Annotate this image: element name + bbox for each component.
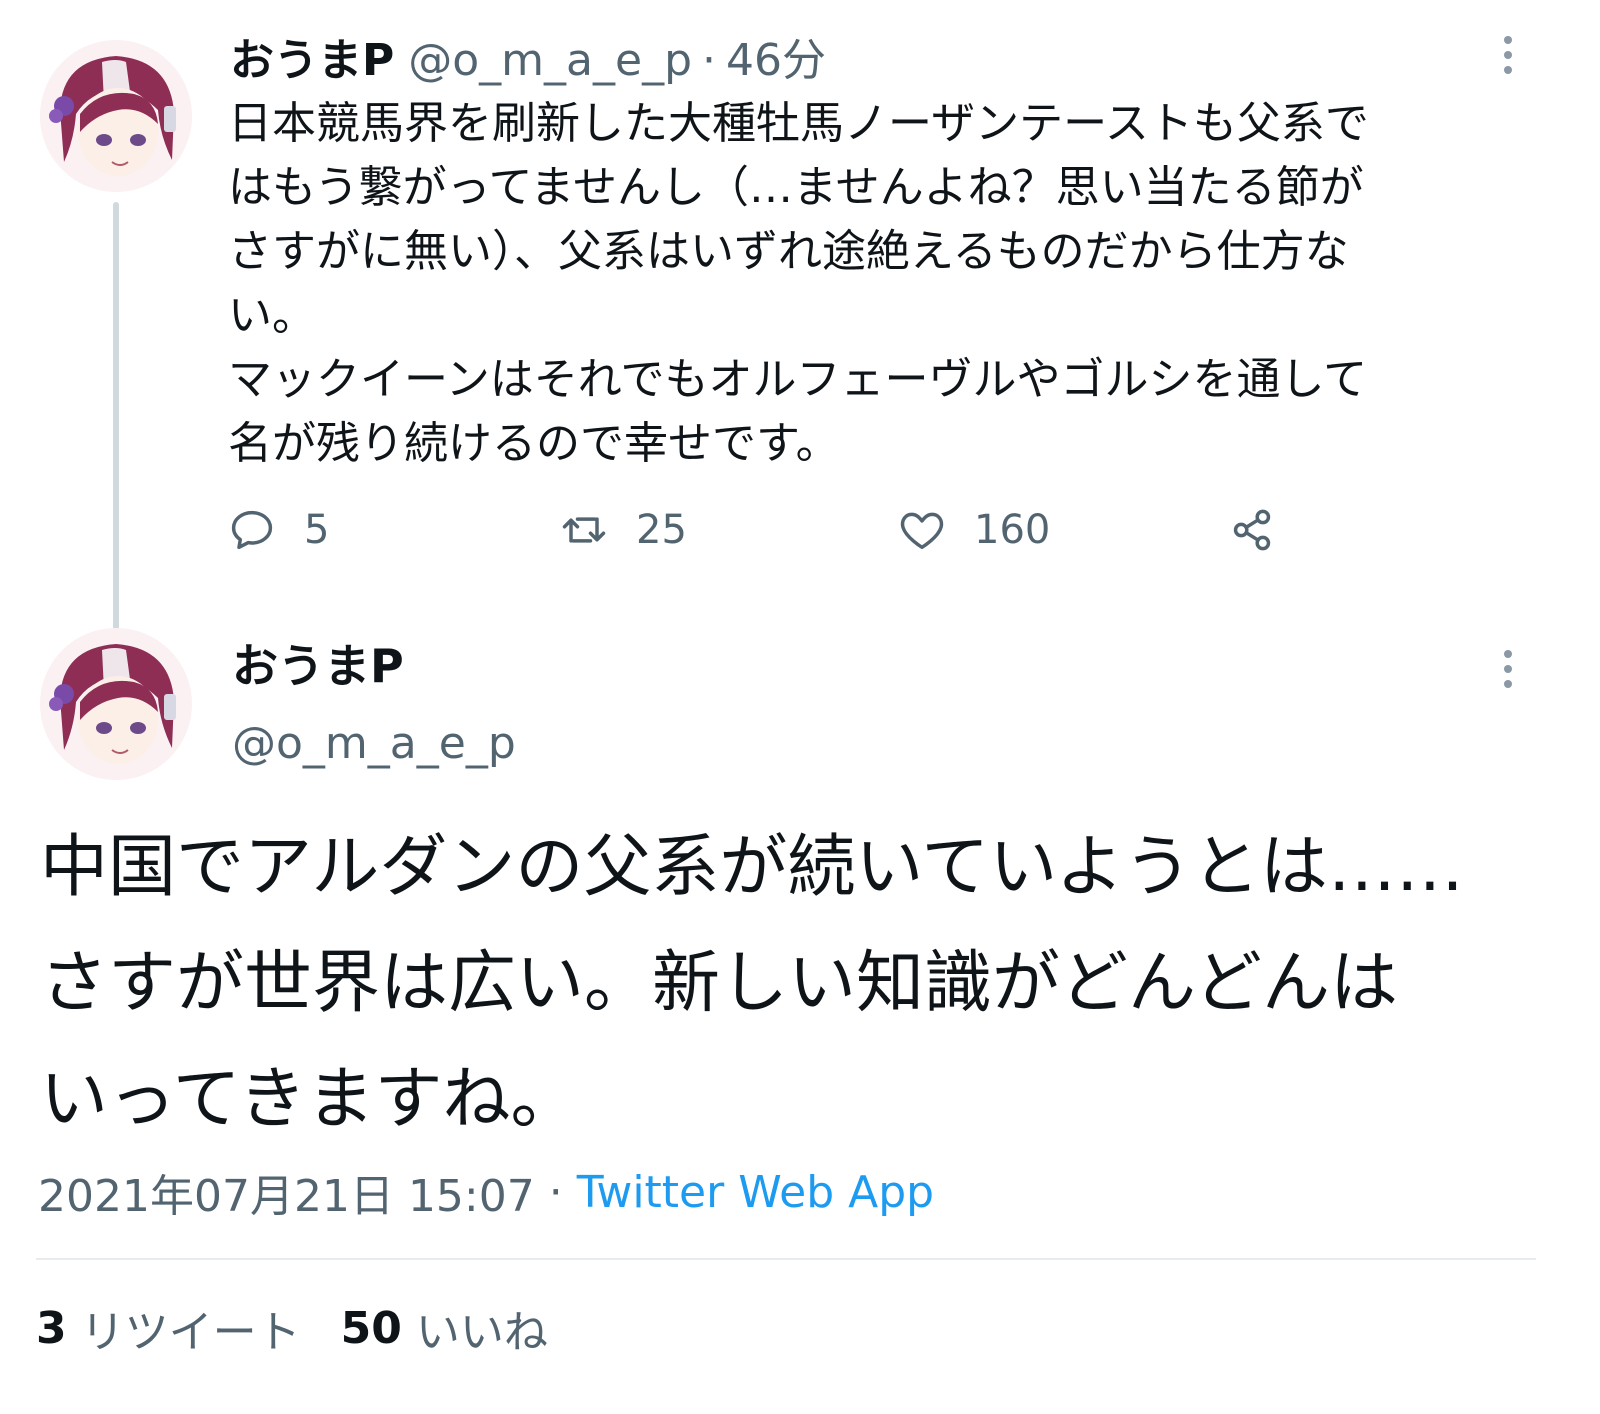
more-options-icon[interactable] — [1488, 644, 1528, 694]
avatar-illustration — [40, 628, 192, 780]
retweet-count: 25 — [636, 507, 687, 553]
tweet-metadata: 2021年07月21日 15:07 · Twitter Web App — [38, 1160, 934, 1224]
retweet-label: リツイート — [80, 1307, 301, 1358]
avatar-illustration — [40, 40, 192, 192]
tweet-timestamp[interactable]: 2021年07月21日 15:07 — [38, 1160, 535, 1224]
thread-connector-line — [113, 202, 119, 630]
metadata-separator: · — [548, 1166, 563, 1218]
reply-icon — [231, 510, 273, 550]
tweet-source-link[interactable]: Twitter Web App — [577, 1167, 934, 1218]
engagement-stats: 3 リツイート 50 いいね — [36, 1296, 588, 1360]
header-separator: · — [702, 35, 716, 86]
display-name[interactable]: おうまP — [232, 634, 404, 698]
tweet-relative-time[interactable]: 46分 — [726, 30, 826, 92]
likes-stat[interactable]: 50 いいね — [341, 1296, 548, 1360]
user-handle[interactable]: @o_m_a_e_p — [232, 714, 516, 774]
display-name[interactable]: おうまP — [230, 30, 394, 92]
tweet-text: 日本競馬界を刷新した大種牡馬ノーザンテーストも父系で はもう繋がってませんし（…… — [228, 98, 1369, 469]
reply-count: 5 — [304, 507, 330, 553]
like-count: 160 — [974, 507, 1051, 553]
avatar[interactable] — [40, 40, 192, 192]
avatar[interactable] — [40, 628, 192, 780]
more-options-icon[interactable] — [1488, 30, 1528, 80]
heart-icon — [900, 512, 944, 550]
reply-button[interactable]: 5 — [226, 498, 329, 562]
retweet-button[interactable]: 25 — [558, 498, 687, 562]
like-label: いいね — [415, 1307, 548, 1358]
share-button[interactable] — [1226, 498, 1278, 562]
retweet-total: 3 — [36, 1302, 67, 1354]
tweet-action-bar: 5 25 160 — [226, 498, 1326, 562]
tweet-header: おうまP @o_m_a_e_p · 46分 — [230, 30, 826, 92]
tweet-text: 中国でアルダンの父系が続いていようとは…… さすが世界は広い。新しい知識がどんど… — [40, 828, 1464, 1139]
divider — [36, 1258, 1536, 1260]
like-button[interactable]: 160 — [896, 498, 1050, 562]
user-handle[interactable]: @o_m_a_e_p — [408, 30, 692, 92]
tweet-thread-view: おうまP @o_m_a_e_p · 46分 日本競馬界を刷新した大種牡馬ノーザン… — [0, 0, 1600, 1414]
retweet-icon — [562, 517, 606, 543]
like-total: 50 — [340, 1302, 402, 1354]
share-icon — [1233, 509, 1271, 551]
retweets-stat[interactable]: 3 リツイート — [36, 1296, 301, 1360]
